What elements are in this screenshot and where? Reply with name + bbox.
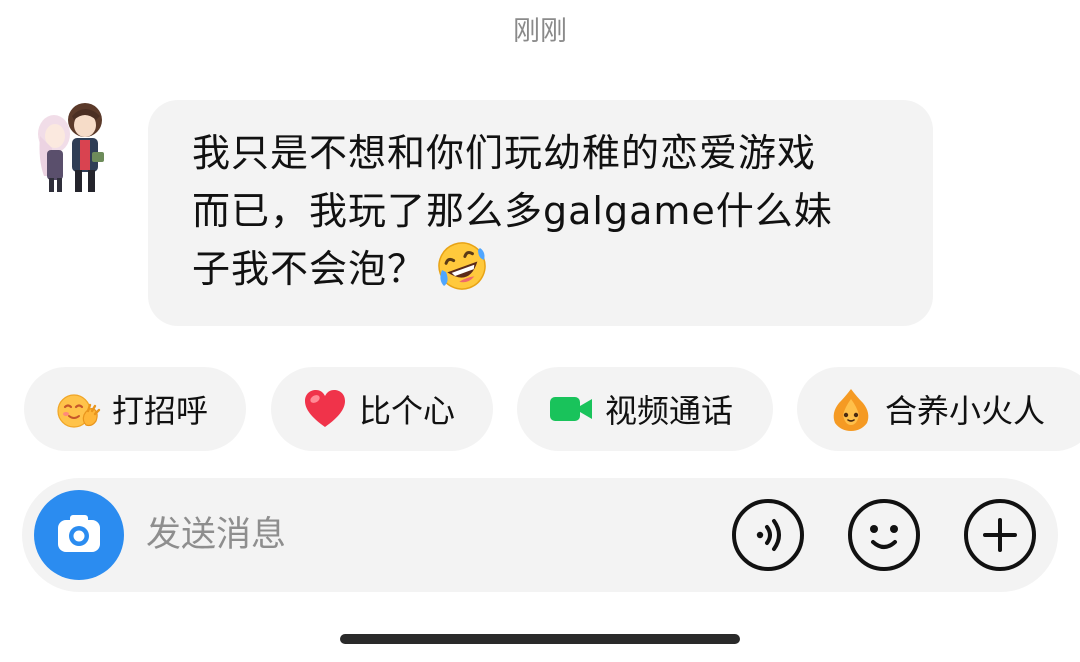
quick-action-label: 合养小火人 [885,392,1046,430]
emoji-button[interactable] [847,498,921,572]
emoji-icon [848,499,920,571]
plus-button[interactable] [963,498,1037,572]
quick-action-label: 视频通话 [605,392,734,430]
quick-action-heart[interactable]: 比个心 [271,367,493,451]
quick-action-label: 打招呼 [112,392,209,430]
camera-button[interactable] [34,490,124,580]
quick-action-raise-fire[interactable]: 合养小火人 [797,367,1080,451]
message-bubble[interactable]: 我只是不想和你们玩幼稚的恋爱游戏 而已，我玩了那么多galgame什么妹 子我不… [148,100,933,326]
message-text: 我只是不想和你们玩幼稚的恋爱游戏 而已，我玩了那么多galgame什么妹 子我不… [192,124,893,298]
message-composer [22,478,1058,592]
quick-action-label: 比个心 [359,392,456,430]
home-indicator[interactable] [340,634,740,644]
camera-icon [58,515,100,552]
message-timestamp: 刚刚 [513,16,567,47]
quick-action-say-hi[interactable]: 打招呼 [24,367,246,451]
video-camera-icon [550,397,592,421]
message-line: 我只是不想和你们玩幼稚的恋爱游戏 [192,131,817,175]
plus-icon [964,499,1036,571]
quick-action-video-call[interactable]: 视频通话 [517,367,773,451]
message-input[interactable] [146,506,706,564]
quick-action-bar: 打招呼 比个心 视频通话 合养小火人 [0,367,1080,451]
little-fire-icon [833,389,869,431]
rolling-on-floor-laughing-emoji-icon [438,242,486,290]
voice-button[interactable] [731,498,805,572]
chat-screen: 刚刚 我只是不想和你们玩幼稚的恋爱游戏 而已，我玩了那么多galgame什么妹 [0,0,1080,662]
waving-face-icon [57,394,101,428]
avatar[interactable] [30,98,110,198]
message-line-with-emoji: 子我不会泡？ [192,240,893,298]
voice-icon [732,499,804,571]
message-line: 子我不会泡？ [192,247,427,291]
heart-icon [305,390,345,427]
message-line: 而已，我玩了那么多galgame什么妹 [192,189,833,233]
